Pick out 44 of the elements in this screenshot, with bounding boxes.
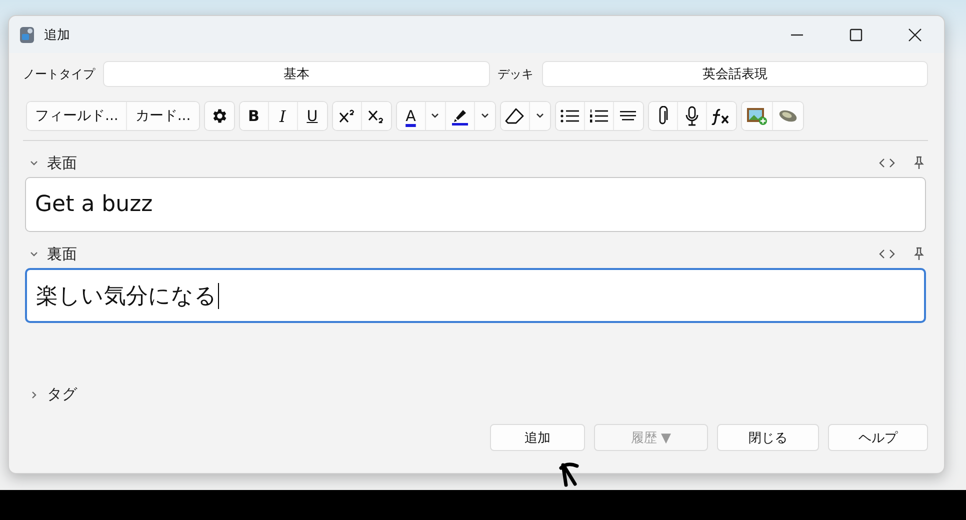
image-icon: [746, 106, 768, 126]
deck-selector[interactable]: 英会話表現: [542, 61, 928, 87]
caret-icon: [430, 112, 440, 120]
caret-icon: [534, 112, 545, 120]
bold-button[interactable]: B: [240, 102, 269, 130]
field-editor[interactable]: 楽しい気分になる: [25, 268, 926, 323]
eraser-icon: [504, 107, 525, 125]
field-editor[interactable]: Get a buzz: [25, 177, 926, 232]
fields-button[interactable]: フィールド...: [27, 102, 128, 130]
deck-label: デッキ: [498, 66, 534, 82]
image-button[interactable]: [742, 102, 773, 130]
dialog-button[interactable]: ヘルプ: [828, 424, 928, 451]
field-label: 表面: [47, 154, 78, 172]
microphone-icon: [684, 106, 699, 126]
subscript-icon: [367, 108, 386, 124]
text-color-button[interactable]: A: [396, 102, 426, 130]
dialog-button[interactable]: 追加: [490, 424, 585, 451]
app-icon: [19, 26, 35, 44]
chevron-right-icon[interactable]: [29, 390, 39, 400]
eraser-button[interactable]: [500, 102, 530, 130]
paperclip-icon: [656, 106, 669, 126]
window-title: 追加: [44, 26, 70, 44]
pin-icon[interactable]: [914, 156, 924, 170]
note-type-label: ノートタイプ: [23, 66, 95, 82]
numbered-list-icon: [588, 108, 609, 124]
formula-icon: [711, 107, 732, 125]
superscript-icon: [338, 108, 356, 124]
pin-icon[interactable]: [914, 247, 924, 261]
tags-label: タグ: [47, 385, 77, 404]
superscript-button[interactable]: [332, 102, 362, 130]
bullet-list-button[interactable]: [556, 102, 585, 130]
html-editor-icon[interactable]: [878, 248, 896, 260]
settings-button[interactable]: [204, 102, 234, 130]
caret-icon: [480, 112, 490, 120]
html-editor-icon[interactable]: [878, 157, 896, 169]
field-label: 裏面: [47, 244, 78, 264]
note-type-selector[interactable]: 基本: [103, 61, 490, 87]
maximize-icon[interactable]: [849, 28, 863, 42]
attachment-button[interactable]: [648, 102, 678, 130]
close-icon[interactable]: [908, 28, 922, 42]
dialog-button[interactable]: 閉じる: [717, 424, 819, 451]
chevron-down-icon[interactable]: [29, 249, 39, 259]
chevron-down-icon[interactable]: [29, 158, 39, 168]
bullet-list-icon: [560, 108, 580, 124]
